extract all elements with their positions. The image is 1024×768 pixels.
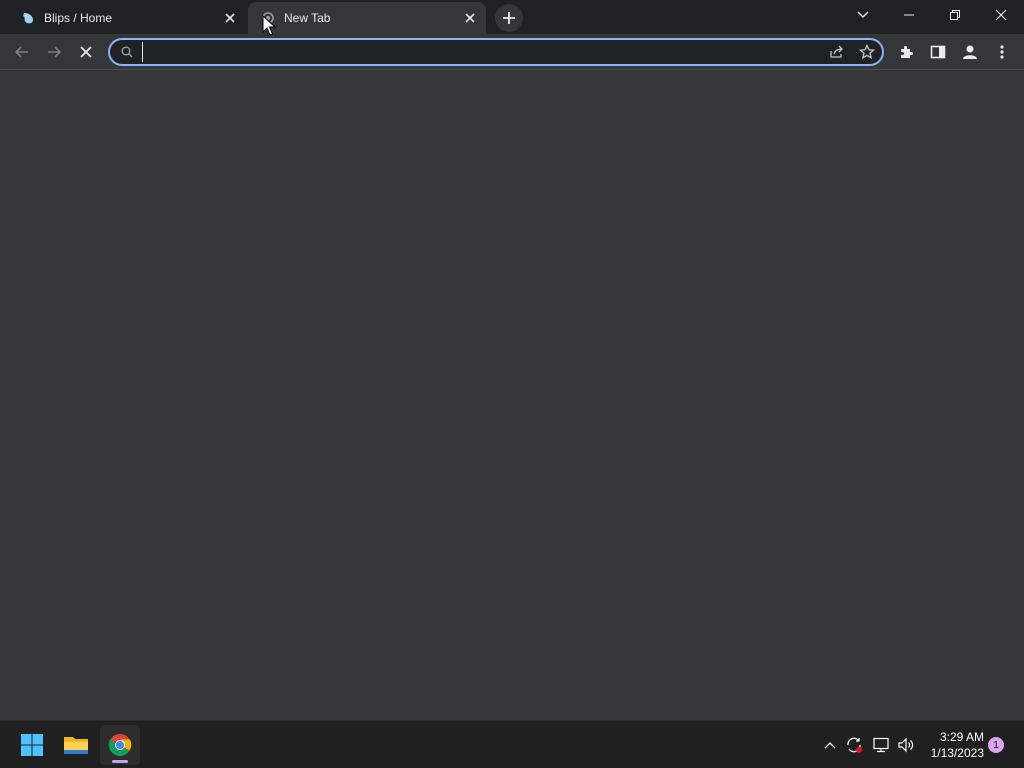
tab-title: Blips / Home [44, 11, 113, 25]
star-icon [859, 44, 875, 60]
arrow-left-icon [14, 46, 28, 58]
close-icon[interactable] [220, 8, 240, 28]
show-hidden-icons-button[interactable] [818, 733, 842, 757]
browser-toolbar [0, 34, 1024, 70]
sync-tray-button[interactable] [842, 733, 866, 757]
new-tab-button[interactable] [495, 4, 523, 32]
taskbar-clock[interactable]: 3:29 AM 1/13/2023 [920, 729, 984, 761]
avatar-icon [963, 45, 977, 59]
kebab-menu-icon [1000, 45, 1004, 59]
extensions-button[interactable] [890, 36, 922, 68]
back-button[interactable] [6, 36, 38, 68]
start-button[interactable] [12, 725, 52, 765]
close-icon [995, 9, 1007, 21]
chrome-icon [108, 734, 132, 756]
file-explorer-button[interactable] [56, 725, 96, 765]
file-explorer-icon [64, 737, 88, 754]
volume-tray-button[interactable] [894, 733, 918, 757]
tab-title: New Tab [284, 11, 331, 25]
arrow-right-icon [48, 46, 62, 58]
clock-date: 1/13/2023 [930, 746, 984, 760]
tab-strip: Blips / Home New Tab [0, 0, 1024, 34]
bookmark-button[interactable] [852, 40, 882, 64]
puzzle-icon [901, 46, 913, 58]
volume-icon [898, 737, 914, 753]
stop-x-icon [80, 46, 92, 58]
chrome-taskbar-button[interactable] [100, 725, 140, 765]
page-content [0, 71, 1024, 719]
share-button[interactable] [822, 40, 852, 64]
restore-button[interactable] [932, 0, 978, 30]
search-icon [120, 45, 134, 59]
share-icon [830, 45, 843, 58]
address-bar[interactable] [108, 38, 884, 66]
minimize-button[interactable] [886, 0, 932, 30]
tab-blips-home[interactable]: Blips / Home [8, 2, 246, 34]
mouse-cursor-icon [262, 15, 276, 37]
side-panel-icon [930, 45, 946, 59]
clock-time: 3:29 AM [939, 730, 984, 744]
address-input[interactable] [142, 42, 822, 62]
menu-button[interactable] [986, 36, 1018, 68]
notification-badge[interactable]: 1 [988, 737, 1004, 753]
close-icon[interactable] [460, 8, 480, 28]
restore-icon [950, 10, 960, 20]
active-app-indicator [112, 760, 128, 763]
stop-loading-button[interactable] [70, 36, 102, 68]
forward-button[interactable] [38, 36, 70, 68]
network-tray-button[interactable] [869, 733, 893, 757]
minimize-icon [904, 14, 914, 16]
chevron-up-icon [824, 742, 836, 749]
close-window-button[interactable] [978, 0, 1024, 30]
sync-icon [847, 737, 862, 753]
profile-button[interactable] [954, 36, 986, 68]
tab-new-tab[interactable]: New Tab [248, 2, 486, 34]
windows-start-icon [21, 734, 43, 756]
tab-search-button[interactable] [840, 0, 886, 30]
blips-bird-icon [20, 10, 36, 26]
network-icon [873, 737, 889, 753]
side-panel-button[interactable] [922, 36, 954, 68]
windows-taskbar: 3:29 AM 1/13/2023 1 [0, 720, 1024, 768]
chevron-down-icon [857, 11, 869, 18]
plus-icon [503, 12, 515, 24]
